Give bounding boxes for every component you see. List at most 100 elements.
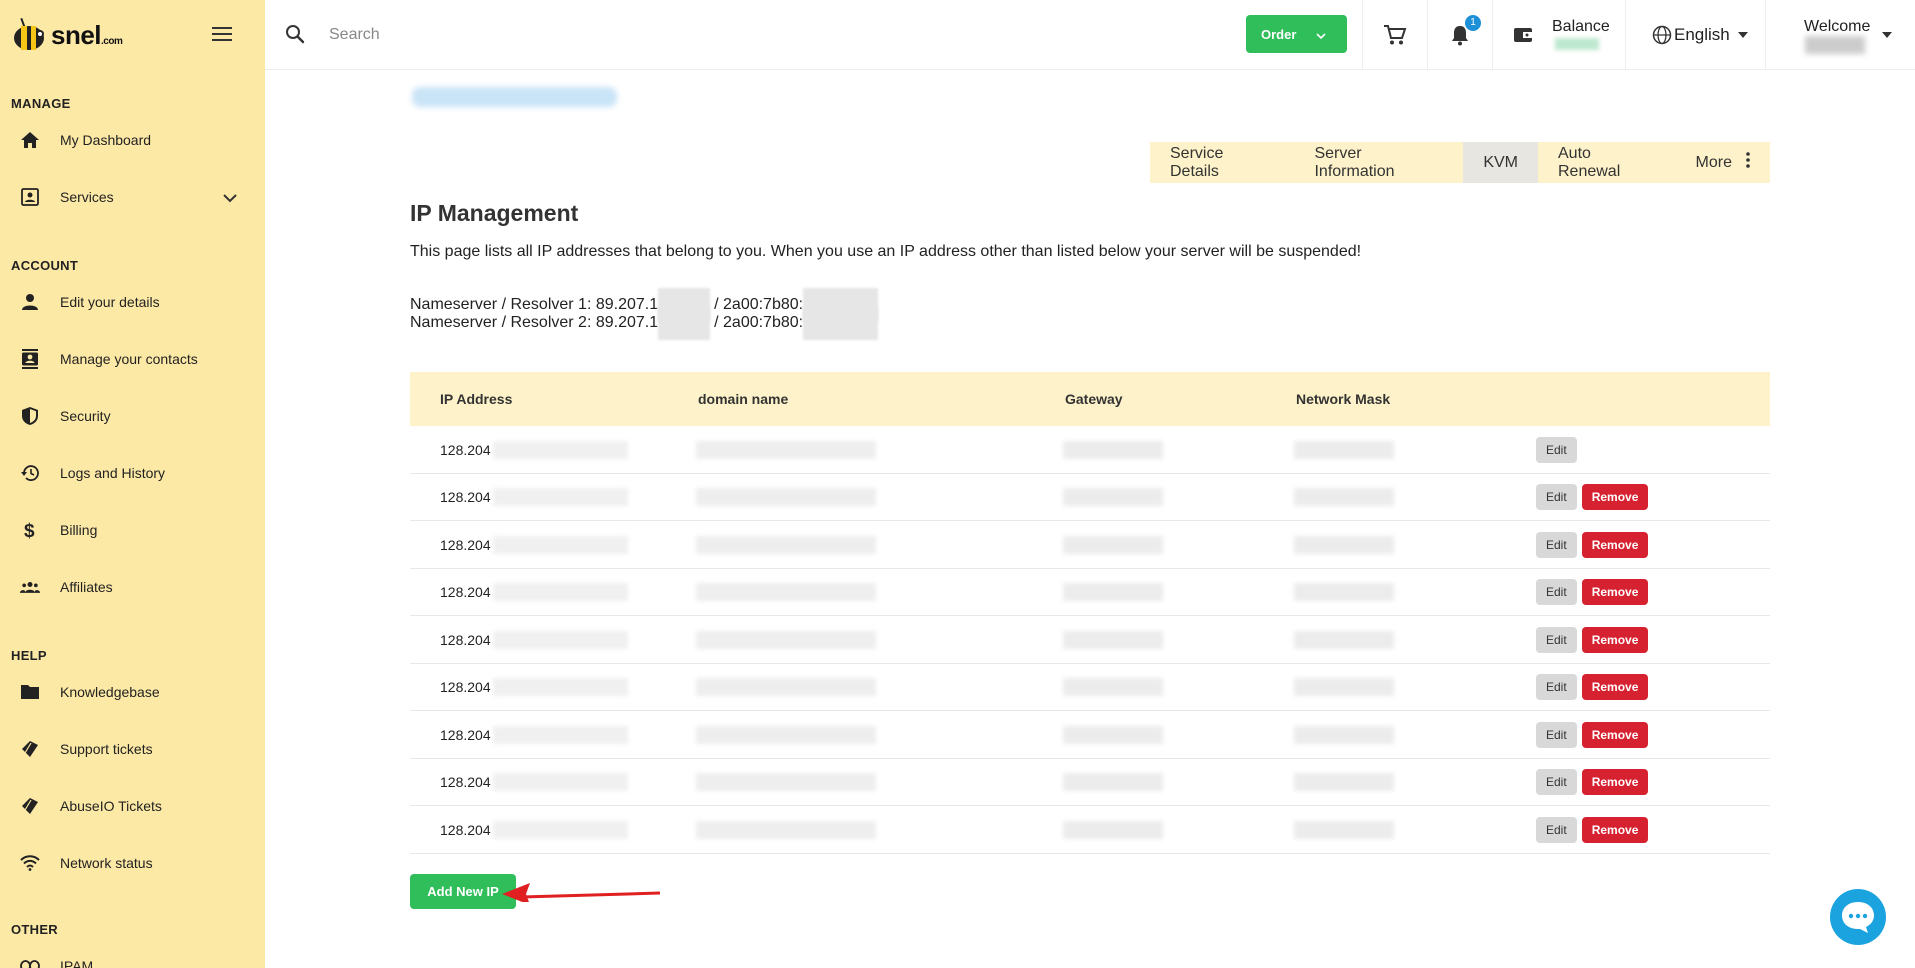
netmask-redacted (1294, 773, 1394, 791)
shield-icon (20, 406, 40, 426)
wifi-icon (20, 853, 40, 873)
col-gateway: Gateway (1065, 391, 1123, 407)
network-mask-cell (1294, 616, 1394, 663)
sidebar-item-knowledgebase[interactable]: Knowledgebase (0, 663, 265, 720)
edit-button[interactable]: Edit (1536, 531, 1577, 558)
welcome-label: Welcome (1804, 18, 1871, 35)
notification-badge: 1 (1465, 15, 1481, 31)
order-button[interactable]: Order (1246, 15, 1347, 53)
domain-redacted (696, 630, 876, 649)
row-actions: Edit (1536, 426, 1577, 473)
row-actions: Edit Remove (1536, 711, 1649, 758)
cart-button[interactable] (1362, 0, 1427, 70)
network-mask-cell (1294, 569, 1394, 616)
language-label: English (1674, 25, 1730, 44)
network-mask-cell (1294, 426, 1394, 473)
edit-button[interactable]: Edit (1536, 436, 1577, 463)
remove-button[interactable]: Remove (1581, 626, 1649, 653)
sidebar-section-manage: MANAGE (11, 96, 71, 111)
tab-label: More (1695, 153, 1732, 171)
sidebar-item-billing[interactable]: $ Billing (0, 501, 265, 558)
row-actions: Edit Remove (1536, 664, 1649, 711)
sidebar-item-edit-your-details[interactable]: Edit your details (0, 273, 265, 330)
sidebar-item-logs-and-history[interactable]: Logs and History (0, 444, 265, 501)
caret-down-icon (1737, 32, 1748, 38)
wallet-icon (1514, 28, 1532, 42)
ip-suffix-redacted (492, 820, 628, 839)
remove-button[interactable]: Remove (1581, 721, 1649, 748)
edit-button[interactable]: Edit (1536, 674, 1577, 700)
sidebar-item-label: IPAM (60, 957, 94, 968)
edit-button[interactable]: Edit (1536, 579, 1577, 605)
remove-button[interactable]: Remove (1581, 484, 1649, 510)
sidebar-item-affiliates[interactable]: Affiliates (0, 558, 265, 615)
table-row: 128.204 Edit Remove (410, 759, 1770, 806)
hamburger-menu-icon[interactable] (212, 27, 232, 42)
table-row: 128.204 Edit Remove (410, 711, 1770, 759)
ip-prefix: 128.204 (440, 489, 491, 505)
tab-server-information[interactable]: Server Information (1294, 142, 1463, 183)
caret-down-icon (1882, 32, 1892, 38)
gateway-redacted (1063, 535, 1163, 554)
gateway-redacted (1063, 773, 1163, 791)
sidebar-item-support-tickets[interactable]: Support tickets (0, 720, 265, 777)
domain-name-cell (696, 521, 876, 568)
sidebar-section-other: OTHER (11, 922, 58, 937)
netmask-redacted (1294, 583, 1394, 601)
sidebar-item-ipam[interactable]: IPAM (0, 937, 265, 968)
network-mask-cell (1294, 664, 1394, 711)
breadcrumb[interactable] (412, 87, 617, 107)
search-input[interactable] (329, 22, 729, 48)
balance-label: Balance (1552, 18, 1610, 35)
notifications-button[interactable] (1427, 0, 1492, 70)
sidebar-item-my-dashboard[interactable]: My Dashboard (0, 111, 265, 168)
edit-button[interactable]: Edit (1536, 484, 1577, 510)
chevron-down-icon[interactable] (223, 190, 237, 208)
search-icon[interactable] (285, 24, 305, 49)
sidebar-item-services[interactable]: Services (0, 168, 265, 225)
remove-button[interactable]: Remove (1581, 816, 1649, 843)
netmask-redacted (1294, 678, 1394, 696)
sidebar-item-security[interactable]: Security (0, 387, 265, 444)
sidebar-section-help: HELP (11, 648, 47, 663)
edit-button[interactable]: Edit (1536, 816, 1577, 843)
remove-button[interactable]: Remove (1581, 531, 1649, 558)
sidebar-item-abuseio-tickets[interactable]: AbuseIO Tickets (0, 777, 265, 834)
tab-more[interactable]: More (1676, 142, 1770, 183)
remove-button[interactable]: Remove (1581, 769, 1649, 795)
table-body: 128.204 Edit 128.204 Edit Remove 128.204… (410, 426, 1770, 854)
sidebar-item-label: AbuseIO Tickets (60, 797, 162, 814)
sidebar-item-label: Affiliates (60, 578, 113, 595)
top-header: Order 1 Balance English Welcome (265, 0, 1915, 70)
edit-button[interactable]: Edit (1536, 626, 1577, 653)
edit-button[interactable]: Edit (1536, 721, 1577, 748)
brand-logo[interactable]: snel.com (10, 17, 123, 52)
tab-service-details[interactable]: Service Details (1150, 142, 1294, 183)
live-chat-button[interactable] (1830, 889, 1886, 945)
domain-redacted (696, 820, 876, 839)
remove-button[interactable]: Remove (1581, 674, 1649, 700)
ip-address-cell: 128.204 (440, 616, 628, 663)
gateway-redacted (1063, 725, 1163, 744)
history-icon (20, 463, 40, 483)
netmask-redacted (1294, 630, 1394, 649)
red-arrow-annotation (502, 883, 661, 902)
tab-auto-renewal[interactable]: Auto Renewal (1538, 142, 1676, 183)
language-display: English (1652, 25, 1748, 45)
netmask-redacted (1294, 725, 1394, 744)
sidebar-section-account: ACCOUNT (11, 258, 79, 273)
remove-button[interactable]: Remove (1581, 579, 1649, 605)
sidebar-item-network-status[interactable]: Network status (0, 834, 265, 891)
ip-prefix: 128.204 (440, 536, 491, 553)
chevron-down-icon (1316, 27, 1326, 42)
col-ip-address: IP Address (440, 391, 513, 407)
ip-prefix: 128.204 (440, 441, 491, 458)
edit-button[interactable]: Edit (1536, 769, 1577, 795)
netmask-redacted (1294, 820, 1394, 839)
tab-label: KVM (1483, 153, 1518, 171)
tab-kvm[interactable]: KVM (1463, 142, 1538, 183)
network-mask-cell (1294, 711, 1394, 758)
tab-label: Service Details (1170, 144, 1224, 180)
sidebar-item-manage-your-contacts[interactable]: Manage your contacts (0, 330, 265, 387)
gateway-cell (1063, 616, 1163, 663)
